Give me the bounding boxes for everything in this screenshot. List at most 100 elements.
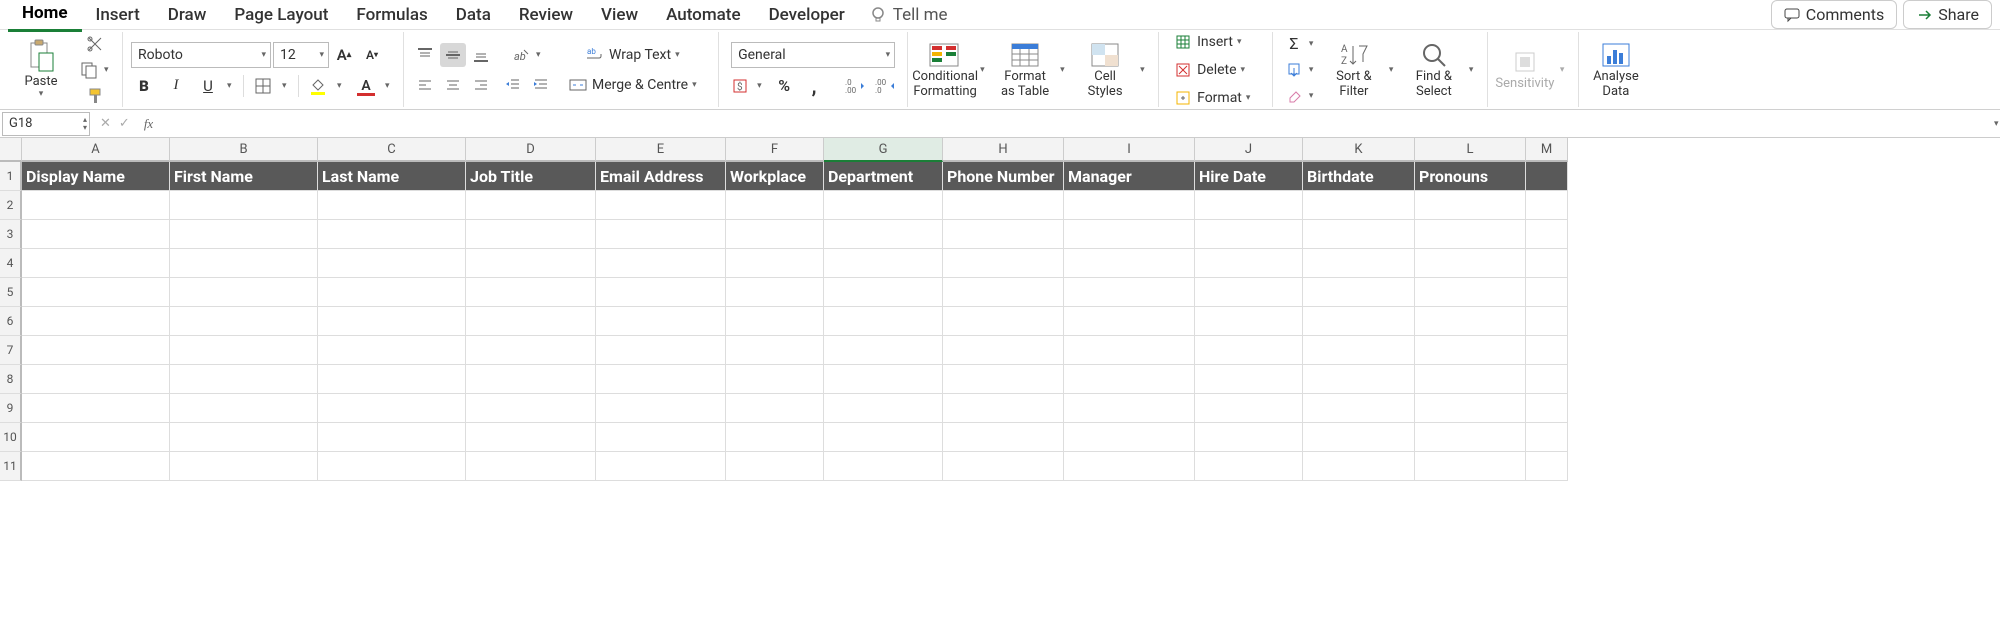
comments-button[interactable]: Comments — [1771, 0, 1897, 29]
borders-button[interactable] — [250, 74, 276, 98]
percent-format-button[interactable]: % — [771, 74, 797, 98]
cell[interactable] — [726, 423, 824, 452]
chevron-down-icon[interactable]: ▾ — [536, 50, 546, 60]
clear-button[interactable] — [1281, 84, 1307, 108]
increase-decimal-button[interactable]: .0.00 — [843, 74, 869, 98]
chevron-down-icon[interactable]: ▾ — [385, 81, 395, 91]
chevron-down-icon[interactable]: ▾ — [104, 65, 114, 75]
row-header[interactable]: 7 — [0, 336, 22, 365]
cell[interactable] — [466, 423, 596, 452]
chevron-down-icon[interactable]: ▾ — [1309, 91, 1319, 101]
format-as-table-button[interactable]: Format as Table — [996, 34, 1054, 106]
cell[interactable] — [1415, 365, 1526, 394]
cell[interactable]: Email Address — [596, 162, 726, 191]
cell[interactable]: Job Title — [466, 162, 596, 191]
cell[interactable] — [726, 249, 824, 278]
tab-automate[interactable]: Automate — [652, 0, 755, 31]
tab-formulas[interactable]: Formulas — [342, 0, 441, 31]
cell[interactable] — [1526, 191, 1568, 220]
cell[interactable] — [1415, 452, 1526, 481]
number-format-combo[interactable]: General▾ — [731, 42, 895, 68]
cell[interactable] — [824, 394, 943, 423]
cell[interactable] — [466, 191, 596, 220]
cell[interactable] — [22, 336, 170, 365]
column-header[interactable]: B — [170, 138, 318, 162]
cell[interactable] — [1415, 336, 1526, 365]
cell[interactable] — [1303, 249, 1415, 278]
cell[interactable] — [1303, 191, 1415, 220]
increase-indent-button[interactable] — [528, 73, 554, 97]
cell[interactable] — [318, 452, 466, 481]
decrease-font-button[interactable]: A▾ — [359, 43, 385, 67]
find-select-button[interactable]: Find & Select — [1405, 34, 1463, 106]
tab-data[interactable]: Data — [442, 0, 505, 31]
cell[interactable] — [22, 423, 170, 452]
cell[interactable] — [943, 220, 1064, 249]
cell[interactable] — [1064, 452, 1195, 481]
align-center-button[interactable] — [440, 73, 466, 97]
cell[interactable]: Display Name — [22, 162, 170, 191]
cell[interactable] — [1303, 278, 1415, 307]
cell[interactable] — [170, 365, 318, 394]
cell[interactable] — [1303, 365, 1415, 394]
cell[interactable] — [318, 336, 466, 365]
cell[interactable] — [1064, 220, 1195, 249]
row-header[interactable]: 9 — [0, 394, 22, 423]
row-header[interactable]: 1 — [0, 162, 22, 191]
cell[interactable] — [1195, 249, 1303, 278]
row-header[interactable]: 2 — [0, 191, 22, 220]
cell[interactable] — [1195, 423, 1303, 452]
cell[interactable] — [466, 365, 596, 394]
cell[interactable]: First Name — [170, 162, 318, 191]
cell[interactable] — [170, 307, 318, 336]
cell[interactable] — [943, 249, 1064, 278]
cell[interactable] — [1303, 336, 1415, 365]
row-header[interactable]: 4 — [0, 249, 22, 278]
align-bottom-button[interactable] — [468, 43, 494, 67]
chevron-down-icon[interactable]: ▾ — [337, 81, 347, 91]
cell[interactable] — [1526, 307, 1568, 336]
cell[interactable] — [1526, 365, 1568, 394]
cell[interactable] — [1415, 423, 1526, 452]
chevron-down-icon[interactable]: ▾ — [1309, 39, 1319, 49]
align-left-button[interactable] — [412, 73, 438, 97]
cell[interactable] — [596, 278, 726, 307]
cell[interactable] — [1064, 249, 1195, 278]
delete-cells-button[interactable]: Delete▾ — [1167, 57, 1258, 83]
cell[interactable] — [726, 452, 824, 481]
cell[interactable] — [170, 423, 318, 452]
cell[interactable] — [596, 191, 726, 220]
font-name-combo[interactable]: Roboto▾ — [131, 42, 271, 68]
column-header[interactable]: A — [22, 138, 170, 162]
align-right-button[interactable] — [468, 73, 494, 97]
cell[interactable] — [170, 249, 318, 278]
column-header[interactable]: M — [1526, 138, 1568, 162]
cell[interactable]: Hire Date — [1195, 162, 1303, 191]
chevron-down-icon[interactable]: ▾ — [1389, 65, 1399, 75]
cell[interactable] — [22, 452, 170, 481]
column-header[interactable]: D — [466, 138, 596, 162]
spreadsheet-grid[interactable]: ABCDEFGHIJKLM 1Display NameFirst NameLas… — [0, 138, 2000, 612]
cell[interactable] — [726, 307, 824, 336]
tab-page-layout[interactable]: Page Layout — [220, 0, 342, 31]
cell[interactable] — [1303, 452, 1415, 481]
cell[interactable] — [1415, 278, 1526, 307]
column-header[interactable]: L — [1415, 138, 1526, 162]
cell[interactable] — [1064, 336, 1195, 365]
cell[interactable] — [1195, 191, 1303, 220]
cell[interactable]: Workplace — [726, 162, 824, 191]
column-header[interactable]: E — [596, 138, 726, 162]
chevron-down-icon[interactable]: ▾ — [757, 81, 767, 91]
name-box[interactable]: G18 ▴▾ — [2, 112, 90, 136]
cell[interactable] — [318, 365, 466, 394]
column-header[interactable]: J — [1195, 138, 1303, 162]
select-all-corner[interactable] — [0, 138, 22, 162]
cell[interactable] — [170, 336, 318, 365]
cell[interactable] — [466, 307, 596, 336]
cell[interactable] — [170, 220, 318, 249]
cell[interactable] — [596, 452, 726, 481]
cell[interactable] — [1195, 278, 1303, 307]
cell[interactable]: Pronouns — [1415, 162, 1526, 191]
cell[interactable] — [318, 220, 466, 249]
chevron-down-icon[interactable]: ▾ — [980, 65, 990, 75]
